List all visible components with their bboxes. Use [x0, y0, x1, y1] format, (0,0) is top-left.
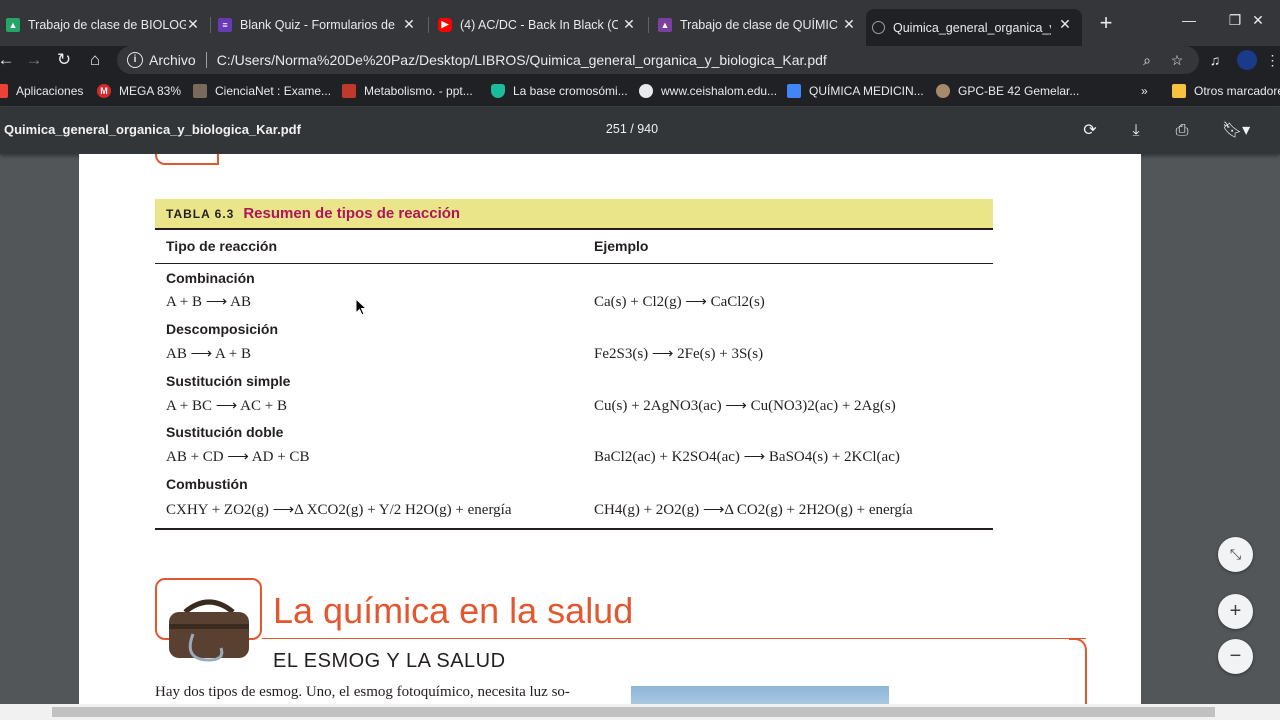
youtube-icon: ▶	[438, 17, 452, 32]
reaction-general: CXHY + ZO2(g) ⟶Δ XCO2(g) + Y/2 H2O(g) + …	[166, 502, 512, 518]
info-icon[interactable]: i	[127, 52, 143, 68]
tab-title: Trabajo de clase de BIOLOGÍA I	[28, 17, 186, 32]
new-tab-button[interactable]: +	[1094, 11, 1118, 35]
reaction-type: Descomposición	[166, 321, 279, 337]
search-icon[interactable]: ⌕	[1137, 50, 1157, 70]
tab-quimica[interactable]: ▲ Trabajo de clase de QUÍMICA I ✕	[652, 9, 866, 40]
reaction-example: CH4(g) + 2O2(g) ⟶Δ CO2(g) + 2H2O(g) + en…	[594, 502, 913, 518]
reaction-general: A + B ⟶ AB	[166, 294, 251, 310]
tab-youtube[interactable]: ▶ (4) AC/DC - Back In Black (Offic ✕	[432, 9, 646, 40]
table-header: TABLA 6.3 Resumen de tipos de reacción	[155, 199, 993, 230]
profile-avatar[interactable]	[1237, 50, 1257, 70]
menu-icon[interactable]: ⋮	[1265, 50, 1280, 70]
pdf-filename: Quimica_general_organica_y_biologica_Kar…	[4, 122, 301, 137]
reaction-general: AB ⟶ A + B	[166, 346, 251, 362]
rotate-icon[interactable]: ⟳	[1078, 119, 1102, 143]
health-section-title: La química en la salud	[273, 590, 634, 631]
tab-strip: ▲ Trabajo de clase de BIOLOGÍA I ✕ ≡ Bla…	[0, 0, 1280, 46]
address-bar[interactable]: i Archivo C:/Users/Norma%20De%20Paz/Desk…	[117, 46, 1199, 74]
home-button[interactable]: ⌂	[83, 48, 107, 72]
smog-subtitle: EL ESMOG Y LA SALUD	[273, 650, 506, 672]
back-button[interactable]: ←	[0, 48, 18, 72]
reaction-general: AB + CD ⟶ AD + CB	[166, 449, 310, 465]
reaction-example: Cu(s) + 2AgNO3(ac) ⟶ Cu(NO3)2(ac) + 2Ag(…	[594, 398, 896, 414]
reaction-type: Combinación	[166, 270, 255, 286]
reaction-example: Ca(s) + Cl2(g) ⟶ CaCl2(s)	[594, 294, 765, 310]
print-icon[interactable]: ⎙	[1170, 119, 1194, 143]
globe-icon	[639, 84, 653, 98]
reaction-example: BaCl2(ac) + K2SO4(ac) ⟶ BaSO4(s) + 2KCl(…	[594, 449, 900, 465]
bookmark-base-cromosomica[interactable]: La base cromosómi...	[491, 82, 628, 100]
folder-icon	[1172, 84, 1186, 98]
bookmark-mega[interactable]: M MEGA 83%	[97, 82, 181, 100]
smog-paragraph: Hay dos tipos de esmog. Uno, el esmog fo…	[155, 684, 570, 700]
forms-icon: ≡	[218, 17, 232, 32]
close-window-button[interactable]: ✕	[1236, 0, 1280, 40]
tab-biologia[interactable]: ▲ Trabajo de clase de BIOLOGÍA I ✕	[0, 9, 210, 40]
table-label: TABLA 6.3	[166, 206, 235, 221]
close-icon[interactable]: ✕	[400, 15, 418, 33]
page-indicator[interactable]: 251 / 940	[560, 122, 704, 136]
other-bookmarks[interactable]: Otros marcadores	[1172, 82, 1280, 100]
tab-title: (4) AC/DC - Back In Black (Offic	[460, 17, 618, 32]
media-control-icon[interactable]: ♫	[1205, 50, 1225, 70]
classroom-icon: ▲	[6, 17, 20, 32]
reaction-type: Sustitución simple	[166, 373, 291, 389]
forward-button[interactable]: →	[22, 48, 46, 72]
bookmark-gpc[interactable]: GPC-BE 42 Gemelar...	[936, 82, 1079, 100]
url-text[interactable]: C:/Users/Norma%20De%20Paz/Desktop/LIBROS…	[217, 52, 827, 68]
bookmark-ceishalom[interactable]: www.ceishalom.edu...	[639, 82, 777, 100]
tab-pdf-active[interactable]: Quimica_general_organica_y_bi ✕	[866, 9, 1082, 46]
more-bookmarks-chevron-icon[interactable]: »	[1141, 82, 1148, 100]
close-icon[interactable]: ✕	[620, 15, 638, 33]
mouse-cursor-icon	[355, 298, 367, 316]
bookmark-metabolismo[interactable]: Metabolismo. - ppt...	[342, 82, 473, 100]
scrollbar-thumb[interactable]	[52, 707, 1215, 717]
apps-grid-icon	[0, 84, 8, 98]
doctor-bag-icon	[169, 599, 249, 662]
tab-title: Trabajo de clase de QUÍMICA I	[680, 17, 838, 32]
zoom-in-button[interactable]: +	[1218, 594, 1253, 629]
browser-toolbar: ← → ↻ ⌂ i Archivo C:/Users/Norma%20De%20…	[0, 46, 1280, 74]
bookmark-quimica-medicina[interactable]: QUÍMICA MEDICIN...	[787, 82, 924, 100]
reaction-type: Sustitución doble	[166, 424, 284, 440]
star-icon[interactable]: ☆	[1167, 50, 1187, 70]
gpc-icon	[936, 84, 950, 98]
bookmark-ciencianet[interactable]: CienciaNet : Exame...	[193, 82, 331, 100]
mega-icon: M	[97, 84, 111, 98]
globe-icon	[872, 21, 885, 34]
scheme-label: Archivo	[149, 52, 196, 68]
close-icon[interactable]: ✕	[1056, 15, 1074, 33]
minimize-button[interactable]: —	[1166, 0, 1212, 40]
ppt-icon	[342, 84, 356, 98]
close-icon[interactable]: ✕	[184, 15, 202, 33]
bookmark-menu-icon[interactable]: 🔖︎▾	[1218, 119, 1254, 143]
bookmark-aplicaciones[interactable]: Aplicaciones	[0, 82, 83, 100]
download-icon[interactable]: ⤓	[1124, 119, 1148, 143]
tab-title: Quimica_general_organica_y_bi	[893, 20, 1051, 35]
reload-button[interactable]: ↻	[52, 48, 76, 72]
reaction-type: Combustión	[166, 476, 248, 492]
column-header-type: Tipo de reacción	[166, 238, 277, 254]
previous-section-box	[155, 154, 219, 165]
reaction-general: A + BC ⟶ AC + B	[166, 398, 287, 414]
close-icon[interactable]: ✕	[840, 15, 858, 33]
bookmarks-bar: Aplicaciones M MEGA 83% CienciaNet : Exa…	[0, 74, 1280, 107]
ciencianet-icon	[193, 84, 207, 98]
classroom-icon: ▲	[658, 17, 672, 32]
smog-photo	[631, 686, 889, 704]
horizontal-scrollbar[interactable]	[0, 704, 1280, 720]
doc-icon	[787, 84, 801, 98]
column-header-example: Ejemplo	[594, 238, 649, 254]
pdf-page: TABLA 6.3 Resumen de tipos de reacción T…	[79, 154, 1141, 704]
tab-blank-quiz[interactable]: ≡ Blank Quiz - Formularios de Go ✕	[212, 9, 426, 40]
tab-title: Blank Quiz - Formularios de Go	[240, 17, 398, 32]
reaction-example: Fe2S3(s) ⟶ 2Fe(s) + 3S(s)	[594, 346, 764, 362]
shield-icon	[491, 84, 505, 98]
zoom-out-button[interactable]: −	[1218, 639, 1253, 674]
fit-to-page-button[interactable]: ⤡	[1218, 537, 1253, 572]
pdf-toolbar: Quimica_general_organica_y_biologica_Kar…	[0, 107, 1280, 154]
table-title: Resumen de tipos de reacción	[243, 205, 461, 222]
